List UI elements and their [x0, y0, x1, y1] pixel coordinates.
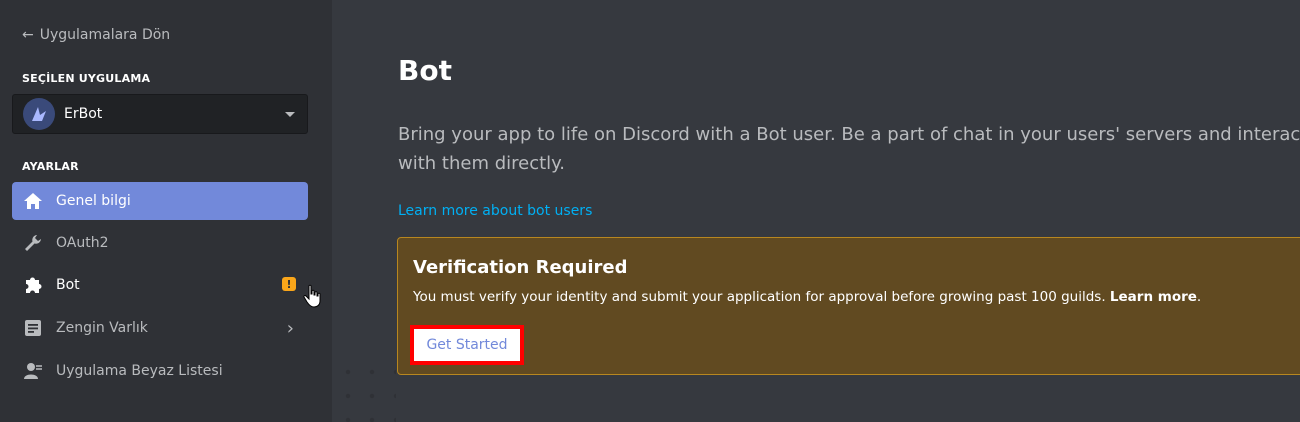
verification-title: Verification Required [413, 257, 628, 278]
nav-item-oauth2[interactable]: OAuth2 [12, 224, 308, 262]
nav-item-label: Uygulama Beyaz Listesi [56, 363, 223, 379]
nav-item-label: Bot [56, 277, 80, 293]
home-icon [22, 190, 44, 212]
nav-item-label: Zengin Varlık [56, 320, 148, 336]
sidebar: ← Uygulamalara Dön SEÇİLEN UYGULAMA ErBo… [0, 0, 332, 422]
document-icon [22, 317, 44, 339]
nav-item-label: OAuth2 [56, 235, 109, 251]
nav-item-rich-presence[interactable]: Zengin Varlık › [12, 309, 308, 347]
nav-item-app-whitelist[interactable]: Uygulama Beyaz Listesi [12, 352, 308, 390]
app-avatar [23, 98, 55, 130]
warning-badge: ! [282, 277, 296, 291]
arrow-left-icon: ← [22, 27, 34, 43]
app-logo-icon [32, 107, 46, 121]
page-title: Bot [398, 54, 452, 87]
caret-down-icon [285, 112, 295, 117]
page-description: Bring your app to life on Discord with a… [398, 124, 1300, 174]
verification-learn-more-link[interactable]: Learn more [1110, 289, 1197, 305]
main-content: Bot Bring your app to life on Discord wi… [332, 0, 1300, 422]
user-whitelist-icon [22, 360, 44, 382]
chevron-right-icon: › [286, 318, 294, 339]
get-started-button[interactable]: Get Started [410, 325, 524, 365]
wrench-icon [22, 232, 44, 254]
back-to-applications-link[interactable]: ← Uygulamalara Dön [22, 27, 170, 43]
nav-item-general-info[interactable]: Genel bilgi [12, 182, 308, 220]
hand-cursor-icon [303, 284, 321, 312]
decorative-dots [336, 360, 396, 422]
verification-text: You must verify your identity and submit… [413, 289, 1202, 305]
back-link-label: Uygulamalara Dön [39, 27, 171, 43]
puzzle-icon [22, 274, 44, 296]
nav-item-label: Genel bilgi [56, 193, 131, 209]
verification-message: You must verify your identity and submit… [413, 289, 1106, 305]
nav-item-bot[interactable]: Bot ! [12, 266, 308, 304]
app-name: ErBot [64, 106, 103, 122]
app-selector[interactable]: ErBot [12, 94, 308, 134]
selected-app-heading: SEÇİLEN UYGULAMA [22, 72, 151, 85]
learn-more-bot-users-link[interactable]: Learn more about bot users [398, 203, 592, 219]
verification-required-notice: Verification Required You must verify yo… [397, 237, 1300, 375]
settings-heading: AYARLAR [22, 160, 79, 173]
